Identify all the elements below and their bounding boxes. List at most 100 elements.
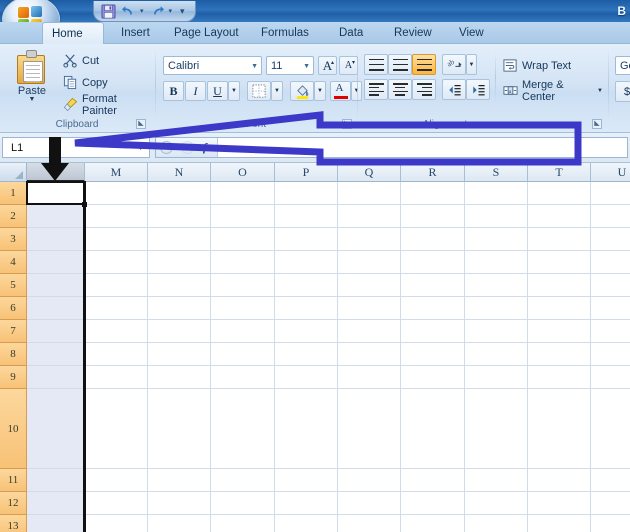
column-header-l[interactable]: L [27, 163, 85, 182]
cell-p13[interactable] [275, 515, 338, 532]
cell-q10[interactable] [338, 389, 401, 469]
cell-o11[interactable] [211, 469, 275, 492]
cell-r2[interactable] [401, 205, 465, 228]
cell-r13[interactable] [401, 515, 465, 532]
font-dialog-launcher[interactable]: ◣ [342, 119, 352, 129]
enter-icon[interactable] [181, 141, 195, 154]
fill-color-dropdown-icon[interactable]: ▼ [314, 81, 326, 101]
cell-p4[interactable] [275, 251, 338, 274]
cell-n12[interactable] [148, 492, 211, 515]
cell-p8[interactable] [275, 343, 338, 366]
cell-m11[interactable] [85, 469, 148, 492]
cell-p11[interactable] [275, 469, 338, 492]
cell-p5[interactable] [275, 274, 338, 297]
increase-indent-button[interactable] [466, 79, 490, 100]
select-all-corner[interactable] [0, 163, 27, 182]
cell-o7[interactable] [211, 320, 275, 343]
row-header-3[interactable]: 3 [0, 228, 27, 251]
cell-n2[interactable] [148, 205, 211, 228]
cell-l13[interactable] [27, 515, 85, 532]
cell-s10[interactable] [465, 389, 528, 469]
cell-l10[interactable] [27, 389, 85, 469]
cell-r1[interactable] [401, 182, 465, 205]
row-header-13[interactable]: 13 [0, 515, 27, 532]
number-format-select[interactable]: Ge [615, 56, 630, 75]
cell-n6[interactable] [148, 297, 211, 320]
cell-q7[interactable] [338, 320, 401, 343]
orientation-dropdown-icon[interactable]: ▼ [466, 54, 477, 75]
cell-t11[interactable] [528, 469, 591, 492]
cell-q3[interactable] [338, 228, 401, 251]
cell-o5[interactable] [211, 274, 275, 297]
cell-m7[interactable] [85, 320, 148, 343]
cell-m5[interactable] [85, 274, 148, 297]
cell-r11[interactable] [401, 469, 465, 492]
cell-s9[interactable] [465, 366, 528, 389]
copy-button[interactable]: Copy [60, 72, 111, 93]
cell-t1[interactable] [528, 182, 591, 205]
cell-r8[interactable] [401, 343, 465, 366]
cell-q11[interactable] [338, 469, 401, 492]
tab-insert[interactable]: Insert [112, 23, 159, 44]
row-header-4[interactable]: 4 [0, 251, 27, 274]
cell-q12[interactable] [338, 492, 401, 515]
cell-m6[interactable] [85, 297, 148, 320]
cell-n1[interactable] [148, 182, 211, 205]
cell-m10[interactable] [85, 389, 148, 469]
cell-l3[interactable] [27, 228, 85, 251]
tab-view[interactable]: View [450, 23, 493, 44]
row-header-6[interactable]: 6 [0, 297, 27, 320]
cell-u13[interactable] [591, 515, 630, 532]
cell-u11[interactable] [591, 469, 630, 492]
cell-s1[interactable] [465, 182, 528, 205]
cell-n9[interactable] [148, 366, 211, 389]
cell-q8[interactable] [338, 343, 401, 366]
cell-p9[interactable] [275, 366, 338, 389]
cell-l5[interactable] [27, 274, 85, 297]
tab-data[interactable]: Data [330, 23, 372, 44]
fill-color-button[interactable] [290, 81, 314, 101]
column-header-o[interactable]: O [211, 163, 275, 182]
cell-u9[interactable] [591, 366, 630, 389]
cell-u12[interactable] [591, 492, 630, 515]
cell-q1[interactable] [338, 182, 401, 205]
cell-s5[interactable] [465, 274, 528, 297]
cell-l12[interactable] [27, 492, 85, 515]
cell-q9[interactable] [338, 366, 401, 389]
row-header-1[interactable]: 1 [0, 182, 27, 205]
cell-n8[interactable] [148, 343, 211, 366]
cell-r7[interactable] [401, 320, 465, 343]
column-header-u[interactable]: U [591, 163, 630, 182]
formula-input-zone[interactable]: fx [155, 137, 628, 158]
alignment-dialog-launcher[interactable]: ◣ [592, 119, 602, 129]
decrease-indent-button[interactable] [442, 79, 466, 100]
cell-u7[interactable] [591, 320, 630, 343]
cell-q2[interactable] [338, 205, 401, 228]
cell-m12[interactable] [85, 492, 148, 515]
cell-p7[interactable] [275, 320, 338, 343]
row-header-12[interactable]: 12 [0, 492, 27, 515]
cell-m9[interactable] [85, 366, 148, 389]
cell-r3[interactable] [401, 228, 465, 251]
cell-u3[interactable] [591, 228, 630, 251]
cell-s13[interactable] [465, 515, 528, 532]
row-header-5[interactable]: 5 [0, 274, 27, 297]
borders-dropdown-icon[interactable]: ▼ [271, 81, 283, 101]
cell-u6[interactable] [591, 297, 630, 320]
align-left-button[interactable] [364, 79, 388, 100]
undo-dropdown-icon[interactable]: ▾ [140, 7, 146, 15]
cell-n7[interactable] [148, 320, 211, 343]
row-header-11[interactable]: 11 [0, 469, 27, 492]
cell-p2[interactable] [275, 205, 338, 228]
tab-formulas[interactable]: Formulas [252, 23, 318, 44]
cell-l11[interactable] [27, 469, 85, 492]
cell-s12[interactable] [465, 492, 528, 515]
cell-s7[interactable] [465, 320, 528, 343]
format-painter-button[interactable]: Format Painter [60, 93, 152, 117]
undo-icon[interactable] [120, 3, 137, 20]
row-header-2[interactable]: 2 [0, 205, 27, 228]
cell-s6[interactable] [465, 297, 528, 320]
merge-center-dropdown-icon[interactable]: ▼ [597, 88, 603, 94]
cell-l4[interactable] [27, 251, 85, 274]
align-bottom-button[interactable] [412, 54, 436, 75]
